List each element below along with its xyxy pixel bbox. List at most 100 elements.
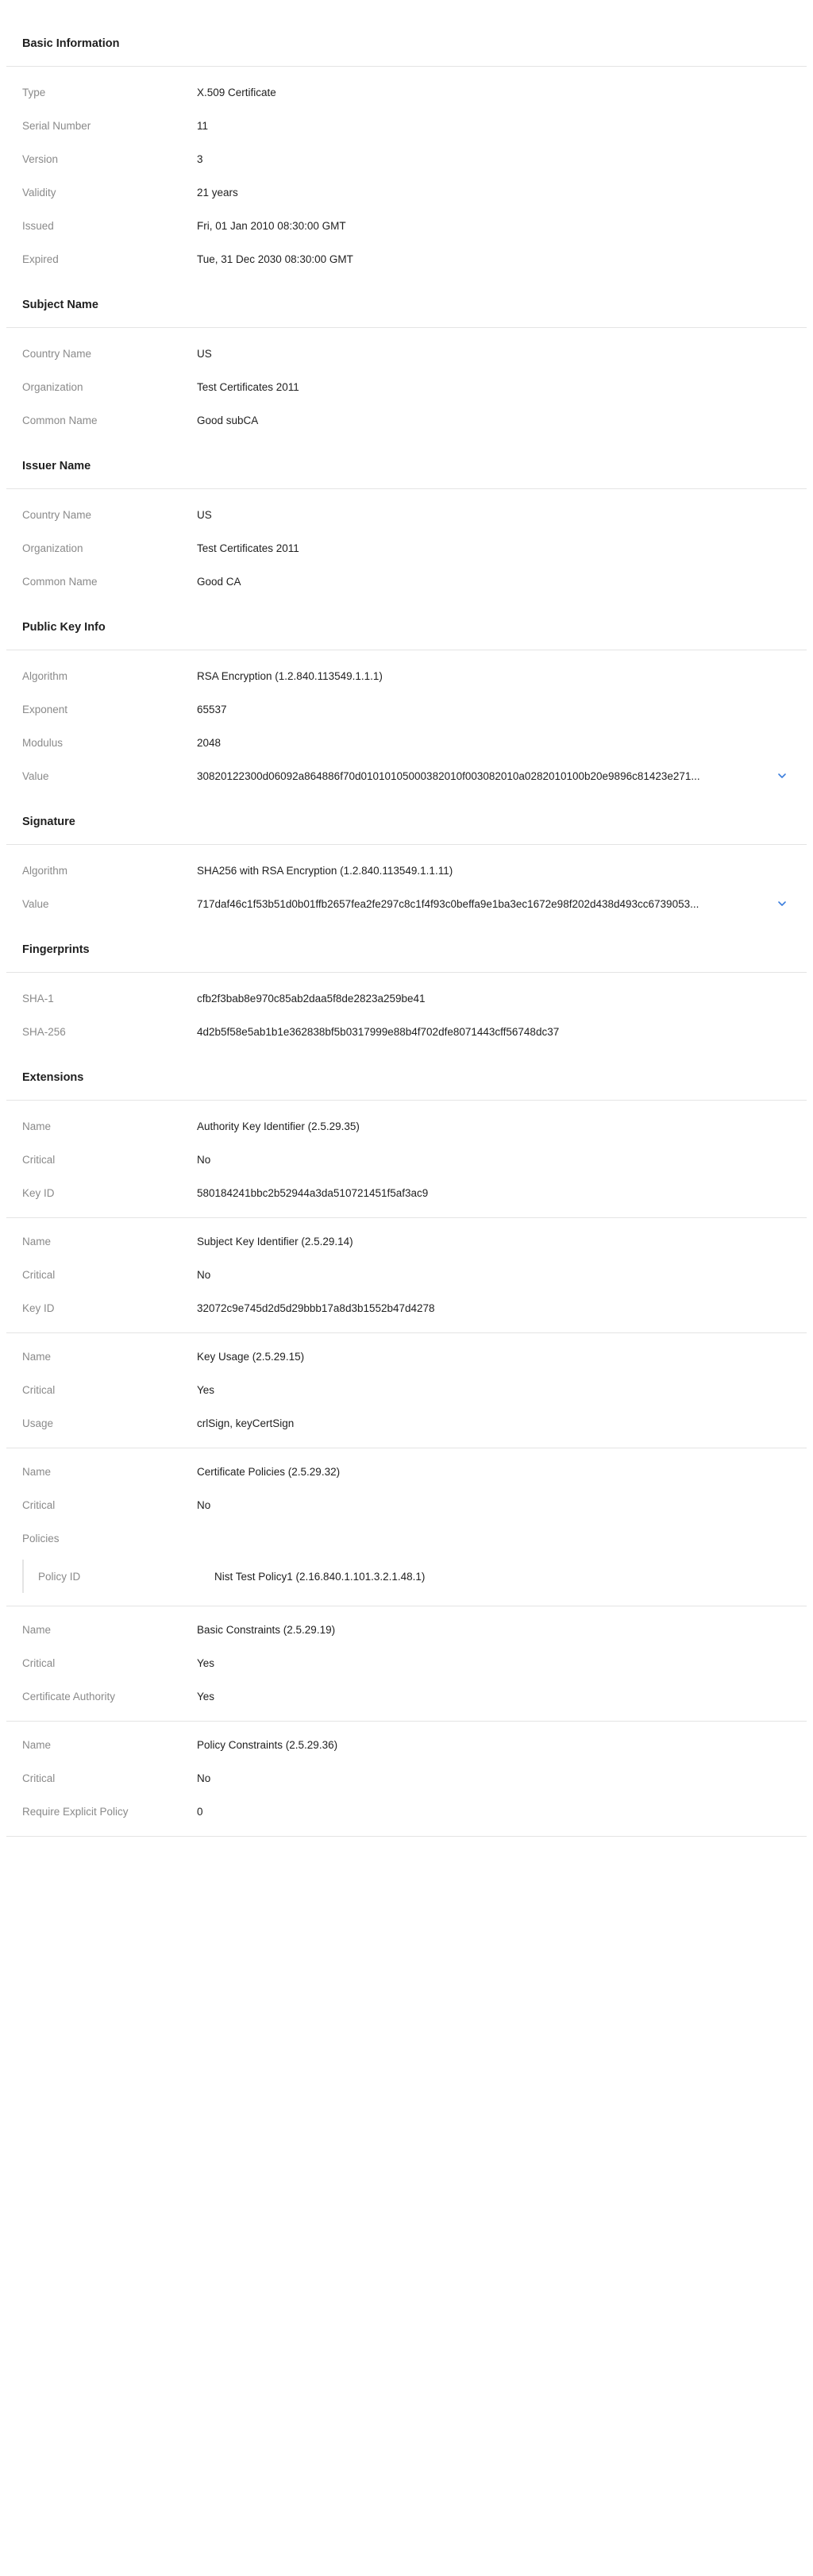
sha1-row: SHA-1 cfb2f3bab8e970c85ab2daa5f8de2823a2… — [0, 981, 813, 1015]
subject-common-name-value: Good subCA — [197, 414, 259, 426]
ext-key-id-row: Key ID 32072c9e745d2d5d29bbb17a8d3b1552b… — [6, 1291, 807, 1325]
pubkey-value-label: Value — [22, 769, 49, 782]
ext-critical-row: Critical No — [6, 1761, 807, 1795]
pubkey-value-value: 30820122300d06092a864886f70d010101050003… — [197, 769, 700, 782]
ext-certificate-authority-row: Certificate Authority Yes — [6, 1679, 807, 1713]
pubkey-algorithm-row: Algorithm RSA Encryption (1.2.840.113549… — [0, 659, 813, 692]
ext-key-id-label: Key ID — [22, 1301, 55, 1314]
ext-name-value: Authority Key Identifier (2.5.29.35) — [197, 1120, 360, 1132]
fingerprints-rows: SHA-1 cfb2f3bab8e970c85ab2daa5f8de2823a2… — [0, 973, 813, 1055]
ext-name-label: Name — [22, 1120, 52, 1132]
ext-usage-label: Usage — [22, 1417, 54, 1429]
extension-authority-key-identifier: Name Authority Key Identifier (2.5.29.35… — [6, 1101, 807, 1218]
ext-key-id-label: Key ID — [22, 1186, 55, 1199]
issuer-country-label: Country Name — [22, 508, 92, 521]
subject-country-value: US — [197, 347, 212, 360]
issuer-common-name-label: Common Name — [22, 575, 98, 588]
issued-row: Issued Fri, 01 Jan 2010 08:30:00 GMT — [0, 209, 813, 242]
ext-name-value: Policy Constraints (2.5.29.36) — [197, 1738, 338, 1751]
pubkey-modulus-value: 2048 — [197, 736, 222, 749]
pubkey-algorithm-value: RSA Encryption (1.2.840.113549.1.1.1) — [197, 669, 383, 682]
subject-organization-label: Organization — [22, 380, 83, 393]
extension-certificate-policies: Name Certificate Policies (2.5.29.32) Cr… — [6, 1448, 807, 1606]
ext-critical-label: Critical — [22, 1498, 56, 1511]
section-title-public-key-info: Public Key Info — [6, 604, 807, 650]
issued-value: Fri, 01 Jan 2010 08:30:00 GMT — [197, 219, 346, 232]
signature-algorithm-label: Algorithm — [22, 864, 68, 877]
pubkey-exponent-label: Exponent — [22, 703, 68, 715]
ext-critical-label: Critical — [22, 1383, 56, 1396]
ext-name-value: Basic Constraints (2.5.29.19) — [197, 1623, 336, 1636]
serial-number-row: Serial Number 11 — [0, 109, 813, 142]
issuer-country-row: Country Name US — [0, 498, 813, 531]
pubkey-exponent-row: Exponent 65537 — [0, 692, 813, 726]
signature-value-label: Value — [22, 897, 49, 910]
version-row: Version 3 — [0, 142, 813, 175]
extension-policy-constraints: Name Policy Constraints (2.5.29.36) Crit… — [6, 1722, 807, 1837]
ext-key-id-value: 32072c9e745d2d5d29bbb17a8d3b1552b47d4278 — [197, 1301, 435, 1314]
section-title-signature: Signature — [6, 799, 807, 845]
ext-name-label: Name — [22, 1738, 52, 1751]
ext-name-row: Name Subject Key Identifier (2.5.29.14) — [6, 1224, 807, 1258]
ext-critical-row: Critical No — [6, 1143, 807, 1176]
policy-item: Policy ID Nist Test Policy1 (2.16.840.1.… — [22, 1560, 807, 1593]
subject-country-row: Country Name US — [0, 337, 813, 370]
signature-algorithm-value: SHA256 with RSA Encryption (1.2.840.1135… — [197, 864, 453, 877]
sha1-label: SHA-1 — [22, 992, 54, 1005]
ext-key-id-value: 580184241bbc2b52944a3da510721451f5af3ac9 — [197, 1186, 429, 1199]
ext-name-label: Name — [22, 1235, 52, 1248]
validity-label: Validity — [22, 186, 56, 199]
ext-require-explicit-policy-value: 0 — [197, 1805, 203, 1818]
ext-critical-row: Critical Yes — [6, 1373, 807, 1406]
serial-number-value: 11 — [197, 119, 209, 132]
ext-critical-label: Critical — [22, 1153, 56, 1166]
signature-algorithm-row: Algorithm SHA256 with RSA Encryption (1.… — [0, 854, 813, 887]
sha256-label: SHA-256 — [22, 1025, 66, 1038]
ext-name-label: Name — [22, 1350, 52, 1363]
ext-critical-label: Critical — [22, 1772, 56, 1784]
chevron-down-icon[interactable] — [775, 897, 789, 911]
ext-certificate-authority-label: Certificate Authority — [22, 1690, 116, 1703]
ext-name-row: Name Key Usage (2.5.29.15) — [6, 1340, 807, 1373]
issued-label: Issued — [22, 219, 54, 232]
certificate-viewer: Basic Information Type X.509 Certificate… — [0, 0, 813, 1837]
public-key-rows: Algorithm RSA Encryption (1.2.840.113549… — [0, 650, 813, 799]
ext-name-row: Name Authority Key Identifier (2.5.29.35… — [6, 1109, 807, 1143]
sha256-row: SHA-256 4d2b5f58e5ab1b1e362838bf5b031799… — [0, 1015, 813, 1048]
subject-organization-row: Organization Test Certificates 2011 — [0, 370, 813, 403]
section-title-extensions: Extensions — [6, 1055, 807, 1101]
subject-common-name-label: Common Name — [22, 414, 98, 426]
ext-critical-row: Critical Yes — [6, 1646, 807, 1679]
extension-subject-key-identifier: Name Subject Key Identifier (2.5.29.14) … — [6, 1218, 807, 1333]
validity-row: Validity 21 years — [0, 175, 813, 209]
ext-key-id-row: Key ID 580184241bbc2b52944a3da510721451f… — [6, 1176, 807, 1209]
expired-value: Tue, 31 Dec 2030 08:30:00 GMT — [197, 253, 353, 265]
ext-name-label: Name — [22, 1623, 52, 1636]
chevron-down-icon[interactable] — [775, 769, 789, 783]
issuer-name-rows: Country Name US Organization Test Certif… — [0, 489, 813, 604]
pubkey-value-row: Value 30820122300d06092a864886f70d010101… — [0, 759, 813, 792]
type-label: Type — [22, 86, 46, 98]
issuer-organization-row: Organization Test Certificates 2011 — [0, 531, 813, 565]
sha1-value: cfb2f3bab8e970c85ab2daa5f8de2823a259be41 — [197, 992, 426, 1005]
signature-rows: Algorithm SHA256 with RSA Encryption (1.… — [0, 845, 813, 927]
section-title-fingerprints: Fingerprints — [6, 927, 807, 973]
ext-require-explicit-policy-label: Require Explicit Policy — [22, 1805, 129, 1818]
pubkey-exponent-value: 65537 — [197, 703, 227, 715]
ext-critical-value: No — [197, 1498, 211, 1511]
issuer-organization-label: Organization — [22, 542, 83, 554]
pubkey-algorithm-label: Algorithm — [22, 669, 68, 682]
subject-common-name-row: Common Name Good subCA — [0, 403, 813, 437]
ext-require-explicit-policy-row: Require Explicit Policy 0 — [6, 1795, 807, 1828]
subject-country-label: Country Name — [22, 347, 92, 360]
validity-value: 21 years — [197, 186, 238, 199]
ext-critical-value: No — [197, 1268, 211, 1281]
ext-usage-row: Usage crlSign, keyCertSign — [6, 1406, 807, 1440]
ext-critical-value: No — [197, 1772, 211, 1784]
ext-critical-row: Critical No — [6, 1258, 807, 1291]
ext-policies-label: Policies — [22, 1532, 60, 1544]
subject-name-rows: Country Name US Organization Test Certif… — [0, 328, 813, 443]
extension-key-usage: Name Key Usage (2.5.29.15) Critical Yes … — [6, 1333, 807, 1448]
ext-critical-value: No — [197, 1153, 211, 1166]
serial-number-label: Serial Number — [22, 119, 91, 132]
